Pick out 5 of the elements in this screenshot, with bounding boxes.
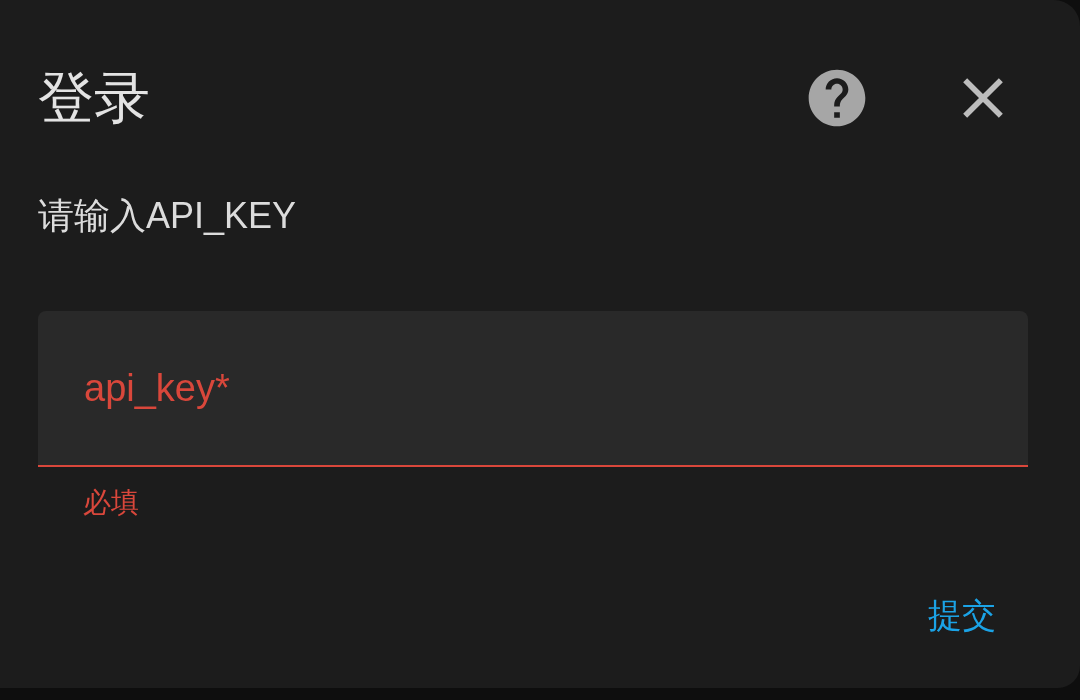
prompt-text: 请输入API_KEY — [38, 194, 297, 238]
submit-button[interactable]: 提交 — [920, 591, 1004, 641]
error-text: 必填 — [83, 486, 139, 520]
api-key-field[interactable]: api_key* — [38, 311, 1028, 467]
dialog-title: 登录 — [38, 65, 150, 131]
